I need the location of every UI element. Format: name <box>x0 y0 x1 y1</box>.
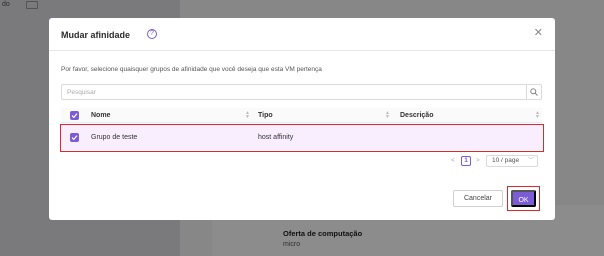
row-nome: Grupo de teste <box>91 134 138 141</box>
select-all-checkbox[interactable] <box>70 111 79 120</box>
ok-button[interactable]: OK <box>511 190 536 207</box>
row-tipo: host affinity <box>258 134 294 141</box>
modal-description: Por favor, selecione quaisquer grupos de… <box>61 66 322 73</box>
search-button[interactable] <box>526 85 541 99</box>
chevron-down-icon: ﹀ <box>527 158 534 164</box>
check-icon <box>71 135 78 141</box>
search-icon <box>530 88 538 96</box>
page-number-button[interactable]: 1 <box>461 156 471 166</box>
page-size-value: 10 / page <box>492 157 520 164</box>
close-icon[interactable]: ✕ <box>534 28 543 39</box>
column-header-nome[interactable]: Nome <box>91 112 110 119</box>
modal-header: Mudar afinidade ? ✕ <box>49 18 555 51</box>
table-row[interactable]: Grupo de teste host affinity <box>61 125 542 150</box>
sort-icon[interactable]: ▲ ▼ <box>245 111 250 120</box>
table-header: Nome ▲ ▼ Tipo ▲ ▼ Descrição ▲ ▼ <box>61 108 542 123</box>
page-size-select[interactable]: 10 / page ﹀ <box>486 155 538 167</box>
prev-page-button[interactable]: < <box>451 157 455 164</box>
column-header-tipo[interactable]: Tipo <box>258 112 273 119</box>
modal-title: Mudar afinidade <box>61 30 131 40</box>
next-page-button[interactable]: > <box>476 157 480 164</box>
help-circle-icon[interactable]: ? <box>147 29 157 39</box>
column-header-descricao[interactable]: Descrição <box>400 112 433 119</box>
cancel-button[interactable]: Cancelar <box>453 190 503 207</box>
sort-icon[interactable]: ▲ ▼ <box>535 111 540 120</box>
check-icon <box>71 113 78 119</box>
search-box <box>61 84 542 100</box>
sort-icon[interactable]: ▲ ▼ <box>385 111 390 120</box>
row-checkbox[interactable] <box>70 133 79 142</box>
change-affinity-modal: Mudar afinidade ? ✕ Por favor, selecione… <box>49 18 555 220</box>
search-input[interactable] <box>62 85 528 99</box>
